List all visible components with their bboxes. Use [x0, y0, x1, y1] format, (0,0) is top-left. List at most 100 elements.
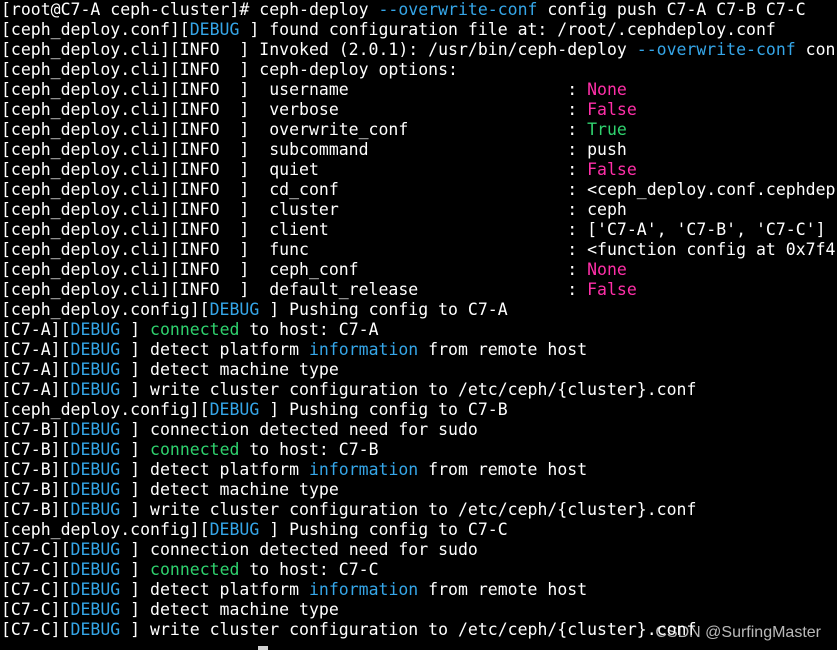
terminal-text: [ceph_deploy.cli][INFO ] username : [1, 80, 588, 99]
terminal-text: [C7-C][ [1, 620, 71, 639]
terminal-line: [C7-A][DEBUG ] connected to host: C7-A [1, 320, 379, 340]
terminal-text-debug: DEBUG [70, 500, 121, 519]
terminal-text: ] detect machine type [120, 600, 339, 619]
terminal-text-debug: DEBUG [70, 420, 121, 439]
terminal-text: ] [120, 560, 151, 579]
terminal-text-information: information [308, 340, 419, 359]
terminal-text-debug: DEBUG [70, 360, 121, 379]
terminal-text: [C7-C][ [1, 600, 71, 619]
terminal-text: [ceph_deploy.cli][INFO ] default_release… [1, 280, 588, 299]
terminal-text: [C7-A][ [1, 340, 71, 359]
terminal-text: [C7-B][ [1, 480, 71, 499]
terminal-text-connected: connected [150, 440, 240, 459]
terminal-text: [ceph_deploy.cli][INFO ] ceph-deploy opt… [1, 60, 458, 79]
terminal-text: [C7-C][ [1, 580, 71, 599]
terminal-text-debug: DEBUG [209, 520, 260, 539]
terminal-text-option: --overwrite-conf [378, 0, 538, 19]
terminal-text: ] detect platform [120, 340, 309, 359]
terminal-text-debug: DEBUG [209, 300, 260, 319]
terminal-line: [C7-A][DEBUG ] detect machine type [1, 360, 339, 380]
terminal-line: [ceph_deploy.cli][INFO ] username : None [1, 80, 627, 100]
terminal-text: [ceph_deploy.cli][INFO ] client : ['C7-A… [1, 220, 826, 239]
terminal-text-false: False [587, 100, 637, 119]
terminal-line: [C7-B][DEBUG ] detect platform informati… [1, 460, 587, 480]
terminal-text: ] connection detected need for sudo [120, 420, 478, 439]
csdn-watermark: CSDN @SurfingMaster [655, 624, 821, 641]
terminal-text-none: None [587, 80, 627, 99]
terminal-text: [C7-C][ [1, 540, 71, 559]
terminal-text: con [795, 40, 836, 59]
terminal-line: [ceph_deploy.cli][INFO ] subcommand : pu… [1, 140, 627, 160]
terminal-line: [ceph_deploy.cli][INFO ] ceph_conf : Non… [1, 260, 627, 280]
terminal-text: [C7-A][ [1, 320, 71, 339]
terminal-text: ] found configuration file at: /root/.ce… [239, 20, 776, 39]
terminal-line: [ceph_deploy.config][DEBUG ] Pushing con… [1, 520, 508, 540]
terminal-text-debug: DEBUG [70, 440, 121, 459]
terminal-text: [ceph_deploy.cli][INFO ] Invoked (2.0.1)… [1, 40, 637, 59]
terminal-line: [C7-C][DEBUG ] detect machine type [1, 600, 339, 620]
terminal-text-option: --overwrite-conf [636, 40, 796, 59]
terminal-text-none: None [587, 260, 627, 279]
terminal-line: [ceph_deploy.cli][INFO ] ceph-deploy opt… [1, 60, 458, 80]
terminal-line: [C7-C][DEBUG ] connection detected need … [1, 540, 478, 560]
terminal-text: ] Pushing config to C7-B [259, 400, 508, 419]
terminal-window[interactable]: [root@C7-A ceph-cluster]# ceph-deploy --… [0, 0, 837, 650]
terminal-text: [ceph_deploy.config][ [1, 300, 210, 319]
terminal-text: to host: C7-B [239, 440, 379, 459]
terminal-line: [ceph_deploy.cli][INFO ] func : <functio… [1, 240, 835, 260]
terminal-text: ] detect machine type [120, 360, 339, 379]
terminal-text-debug: DEBUG [189, 20, 240, 39]
terminal-text: [C7-B][ [1, 420, 71, 439]
terminal-line: [C7-A][DEBUG ] detect platform informati… [1, 340, 587, 360]
terminal-text-debug: DEBUG [70, 620, 121, 639]
terminal-line: [ceph_deploy.cli][INFO ] verbose : False [1, 100, 637, 120]
terminal-text-debug: DEBUG [209, 400, 260, 419]
terminal-text-connected: connected [150, 560, 240, 579]
terminal-text: [ceph_deploy.cli][INFO ] ceph_conf : [1, 260, 588, 279]
terminal-text: [ceph_deploy.config][ [1, 520, 210, 539]
terminal-text: config push C7-A C7-B C7-C [537, 0, 806, 19]
terminal-text-debug: DEBUG [70, 540, 121, 559]
terminal-text: to host: C7-A [239, 320, 379, 339]
terminal-text: [root@C7-A ceph-cluster]# ceph-deploy [1, 0, 379, 19]
terminal-text: from remote host [418, 340, 588, 359]
terminal-text-information: information [308, 460, 419, 479]
terminal-line: [ceph_deploy.cli][INFO ] Invoked (2.0.1)… [1, 40, 835, 60]
terminal-text: [C7-A][ [1, 360, 71, 379]
terminal-text: ] Pushing config to C7-A [259, 300, 508, 319]
terminal-text: ] write cluster configuration to /etc/ce… [120, 380, 697, 399]
terminal-line: [ceph_deploy.cli][INFO ] quiet : False [1, 160, 637, 180]
terminal-line: [C7-B][DEBUG ] connection detected need … [1, 420, 478, 440]
terminal-text: ] Pushing config to C7-C [259, 520, 508, 539]
terminal-text: ] [120, 440, 151, 459]
terminal-line: [ceph_deploy.conf][DEBUG ] found configu… [1, 20, 776, 40]
terminal-text: [ceph_deploy.cli][INFO ] quiet : [1, 160, 588, 179]
terminal-text-debug: DEBUG [70, 560, 121, 579]
terminal-text: [C7-B][ [1, 460, 71, 479]
terminal-cursor [258, 646, 268, 650]
terminal-text: [ceph_deploy.cli][INFO ] overwrite_conf … [1, 120, 588, 139]
terminal-line: [C7-C][DEBUG ] detect platform informati… [1, 580, 587, 600]
terminal-line: [root@C7-A ceph-cluster]# ceph-deploy --… [1, 0, 806, 20]
terminal-text: [C7-C][ [1, 560, 71, 579]
terminal-text: [ceph_deploy.cli][INFO ] verbose : [1, 100, 588, 119]
terminal-text-true: True [587, 120, 627, 139]
terminal-line: [ceph_deploy.config][DEBUG ] Pushing con… [1, 300, 508, 320]
terminal-text: [ceph_deploy.conf][ [1, 20, 190, 39]
terminal-line: [ceph_deploy.config][DEBUG ] Pushing con… [1, 400, 508, 420]
terminal-text: ] detect platform [120, 460, 309, 479]
terminal-line: [C7-B][DEBUG ] connected to host: C7-B [1, 440, 379, 460]
terminal-line: [ceph_deploy.cli][INFO ] cd_conf : <ceph… [1, 180, 835, 200]
terminal-text-debug: DEBUG [70, 340, 121, 359]
terminal-text: [ceph_deploy.cli][INFO ] subcommand : pu… [1, 140, 627, 159]
terminal-text: ] detect machine type [120, 480, 339, 499]
terminal-text: [C7-A][ [1, 380, 71, 399]
terminal-text-information: information [308, 580, 419, 599]
terminal-text: ] write cluster configuration to /etc/ce… [120, 500, 697, 519]
terminal-line: [ceph_deploy.cli][INFO ] cluster : ceph [1, 200, 627, 220]
terminal-text: to host: C7-C [239, 560, 379, 579]
terminal-text: ] connection detected need for sudo [120, 540, 478, 559]
terminal-text: [ceph_deploy.cli][INFO ] cd_conf : <ceph… [1, 180, 836, 199]
terminal-text: from remote host [418, 580, 588, 599]
terminal-line: [ceph_deploy.cli][INFO ] default_release… [1, 280, 637, 300]
